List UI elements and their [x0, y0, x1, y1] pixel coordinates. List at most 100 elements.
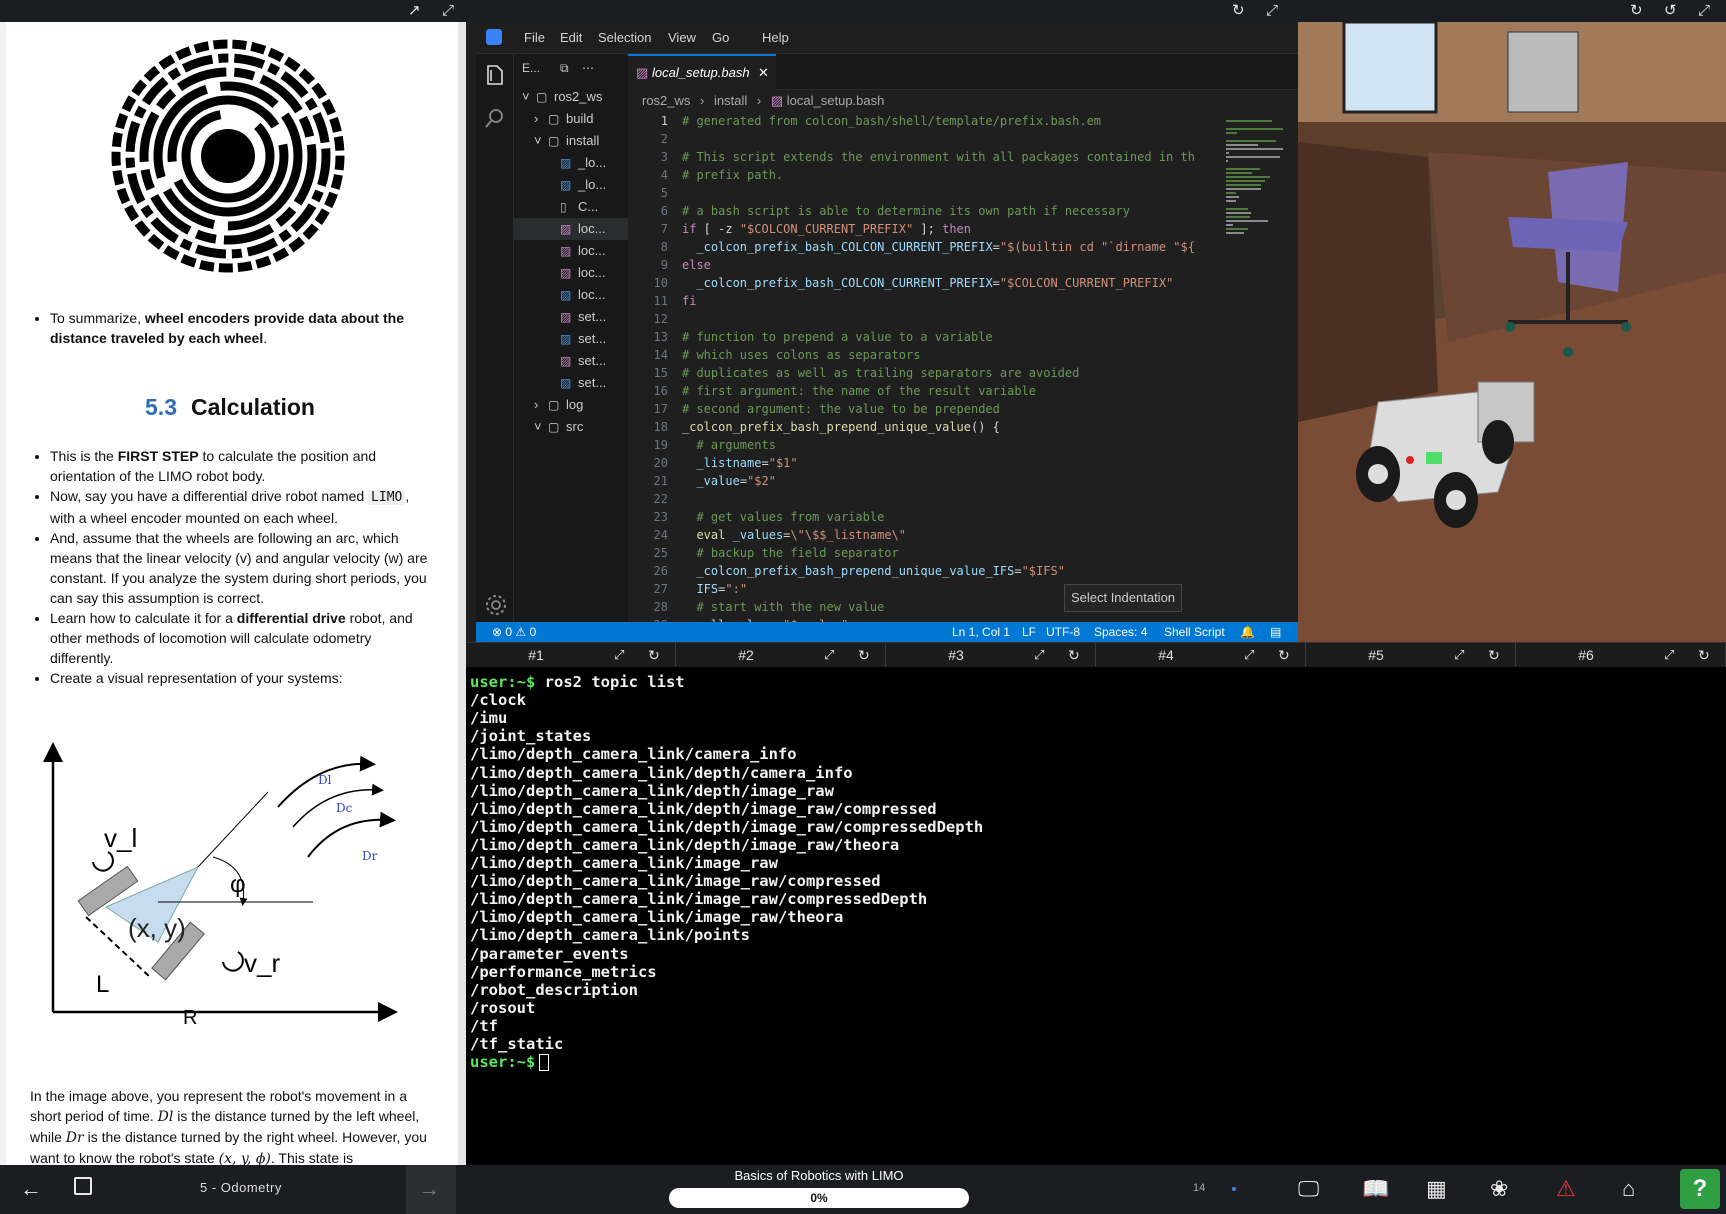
code-line[interactable]: 9 else: [628, 256, 1218, 274]
code-line[interactable]: 21 _value="$2": [628, 472, 1218, 490]
code-line[interactable]: 17 # second argument: the value to be pre…: [628, 400, 1218, 418]
tree-item[interactable]: ▨ set...: [514, 306, 628, 328]
tree-item[interactable]: › ▢ log: [514, 394, 628, 416]
reload-terminal-icon[interactable]: ↻: [1698, 643, 1710, 667]
layout-panel-icon[interactable]: ▤: [1270, 622, 1281, 642]
expand-notebook-icon[interactable]: ⤢: [442, 2, 454, 20]
reload-editor-icon[interactable]: ↻: [1232, 2, 1245, 20]
reload-sim-icon[interactable]: ↻: [1630, 2, 1643, 20]
home-icon[interactable]: ⌂: [1622, 1176, 1635, 1202]
simulation-view[interactable]: [1298, 22, 1726, 642]
tree-item[interactable]: ▨ loc...: [514, 240, 628, 262]
code-line[interactable]: 24 eval _values=\"\$$_listname\": [628, 526, 1218, 544]
problems-indicator[interactable]: ⊗ 0 ⚠ 0: [492, 622, 536, 642]
expand-terminal-icon[interactable]: ⤢: [1664, 643, 1674, 667]
code-line[interactable]: 11 fi: [628, 292, 1218, 310]
code-line[interactable]: 8 _colcon_prefix_bash_COLCON_CURRENT_PRE…: [628, 238, 1218, 256]
tree-item[interactable]: ▨ set...: [514, 350, 628, 372]
close-tab-icon[interactable]: ✕: [758, 56, 769, 90]
code-lines[interactable]: 1 # generated from colcon_bash/shell/temp…: [628, 112, 1218, 622]
notebook-toggle-icon[interactable]: [74, 1177, 92, 1195]
code-line[interactable]: 7 if [ -z "$COLCON_CURRENT_PREFIX" ]; the…: [628, 220, 1218, 238]
desktop-icon[interactable]: 🖵: [1298, 1176, 1319, 1202]
settings-gear-icon[interactable]: [485, 594, 507, 616]
expand-terminal-icon[interactable]: ⤢: [824, 643, 834, 667]
code-line[interactable]: 14 # which uses colons as separators: [628, 346, 1218, 364]
back-arrow-icon[interactable]: ←: [20, 1176, 42, 1202]
code-line[interactable]: 1 # generated from colcon_bash/shell/temp…: [628, 112, 1218, 130]
code-line[interactable]: 12: [628, 310, 1218, 328]
open-external-icon[interactable]: ↗: [408, 2, 421, 20]
terminal-tab[interactable]: #4 ⤢ ↻: [1096, 643, 1306, 668]
code-line[interactable]: 19 # arguments: [628, 436, 1218, 454]
code-line[interactable]: 18 _colcon_prefix_bash_prepend_unique_val…: [628, 418, 1218, 436]
explorer-icon[interactable]: [485, 64, 505, 86]
code-line[interactable]: 13 # function to prepend a value to a var…: [628, 328, 1218, 346]
chevron-right-icon[interactable]: ›: [534, 108, 538, 130]
expand-sim-icon[interactable]: ⤢: [1698, 2, 1710, 20]
code-line[interactable]: 3 # This script extends the environment w…: [628, 148, 1218, 166]
terminal-tab[interactable]: #1 ⤢ ↻: [466, 643, 676, 668]
reload-terminal-icon[interactable]: ↻: [648, 643, 660, 667]
breadcrumb-ros2-ws[interactable]: ros2_ws: [642, 93, 690, 108]
alert-warning-icon[interactable]: ⚠: [1556, 1176, 1576, 1202]
menu-edit[interactable]: Edit: [560, 30, 582, 45]
expand-terminal-icon[interactable]: ⤢: [1454, 643, 1464, 667]
menu-selection[interactable]: Selection: [598, 30, 651, 45]
tree-item[interactable]: ˅ ▢ ros2_ws: [514, 86, 628, 108]
code-line[interactable]: 25 # backup the field separator: [628, 544, 1218, 562]
menu-file[interactable]: File: [524, 30, 545, 45]
reload-terminal-icon[interactable]: ↻: [858, 643, 870, 667]
tree-item[interactable]: ▨ loc...: [514, 284, 628, 306]
indentation-indicator[interactable]: Spaces: 4: [1094, 622, 1147, 642]
tab-local-setup-bash[interactable]: ▨ local_setup.bash ✕: [628, 54, 776, 90]
reload-terminal-icon[interactable]: ↻: [1488, 643, 1500, 667]
code-line[interactable]: 5: [628, 184, 1218, 202]
code-line[interactable]: 26 _colcon_prefix_bash_prepend_unique_va…: [628, 562, 1218, 580]
terminal-tab[interactable]: #2 ⤢ ↻: [676, 643, 886, 668]
code-line[interactable]: 15 # duplicates as well as trailing separ…: [628, 364, 1218, 382]
terminal[interactable]: user:~$ ros2 topic list/clock/imu/joint_…: [466, 667, 1726, 1165]
next-unit-button[interactable]: →: [406, 1165, 456, 1214]
menu-view[interactable]: View: [668, 30, 696, 45]
chevron-down-icon[interactable]: ˅: [534, 416, 542, 438]
tree-item[interactable]: ▨ _lo...: [514, 174, 628, 196]
terminal-tab[interactable]: #6 ⤢ ↻: [1516, 643, 1726, 668]
terminal-tab[interactable]: #3 ⤢ ↻: [886, 643, 1096, 668]
code-line[interactable]: 23 # get values from variable: [628, 508, 1218, 526]
help-button[interactable]: ?: [1680, 1169, 1720, 1209]
ai-assistant-icon[interactable]: ❀: [1490, 1176, 1508, 1202]
notifications-bell-icon[interactable]: 🔔: [1240, 622, 1255, 642]
tree-item[interactable]: ▨ loc...: [514, 262, 628, 284]
encoding-indicator[interactable]: UTF-8: [1046, 622, 1080, 642]
tree-item[interactable]: ▯ C...: [514, 196, 628, 218]
expand-terminal-icon[interactable]: ⤢: [1244, 643, 1254, 667]
tree-item[interactable]: ▨ set...: [514, 328, 628, 350]
code-line[interactable]: 20 _listname="$1": [628, 454, 1218, 472]
code-line[interactable]: 16 # first argument: the name of the resu…: [628, 382, 1218, 400]
book-icon[interactable]: 📖: [1362, 1176, 1389, 1202]
tree-item[interactable]: ˅ ▢ install: [514, 130, 628, 152]
search-icon[interactable]: [485, 108, 505, 130]
chevron-down-icon[interactable]: ˅: [522, 86, 530, 108]
expand-editor-icon[interactable]: ⤢: [1266, 2, 1278, 20]
eol-indicator[interactable]: LF: [1022, 622, 1036, 642]
menu-go[interactable]: Go: [712, 30, 729, 45]
code-line[interactable]: 6 # a bash script is able to determine it…: [628, 202, 1218, 220]
forward-arrow-icon[interactable]: →: [418, 1176, 440, 1202]
terminal-tab[interactable]: #5 ⤢ ↻: [1306, 643, 1516, 668]
reset-sim-icon[interactable]: ↺: [1664, 2, 1677, 20]
tree-item[interactable]: ▨ loc...: [514, 218, 628, 240]
notebook-scroll-edge[interactable]: [0, 22, 6, 1165]
tree-item[interactable]: ▨ _lo...: [514, 152, 628, 174]
collapse-all-icon[interactable]: ⧉: [560, 57, 569, 79]
select-indentation-tooltip[interactable]: Select Indentation: [1064, 584, 1182, 612]
tree-item[interactable]: ˅ ▢ src: [514, 416, 628, 438]
language-indicator[interactable]: Shell Script: [1164, 622, 1225, 642]
reload-terminal-icon[interactable]: ↻: [1278, 643, 1290, 667]
more-actions-icon[interactable]: ⋯: [582, 57, 594, 79]
code-line[interactable]: 10 _colcon_prefix_bash_COLCON_CURRENT_PR…: [628, 274, 1218, 292]
terminal-active-line[interactable]: user:~$: [470, 1053, 550, 1072]
code-line[interactable]: 22: [628, 490, 1218, 508]
chevron-right-icon[interactable]: ›: [534, 394, 538, 416]
